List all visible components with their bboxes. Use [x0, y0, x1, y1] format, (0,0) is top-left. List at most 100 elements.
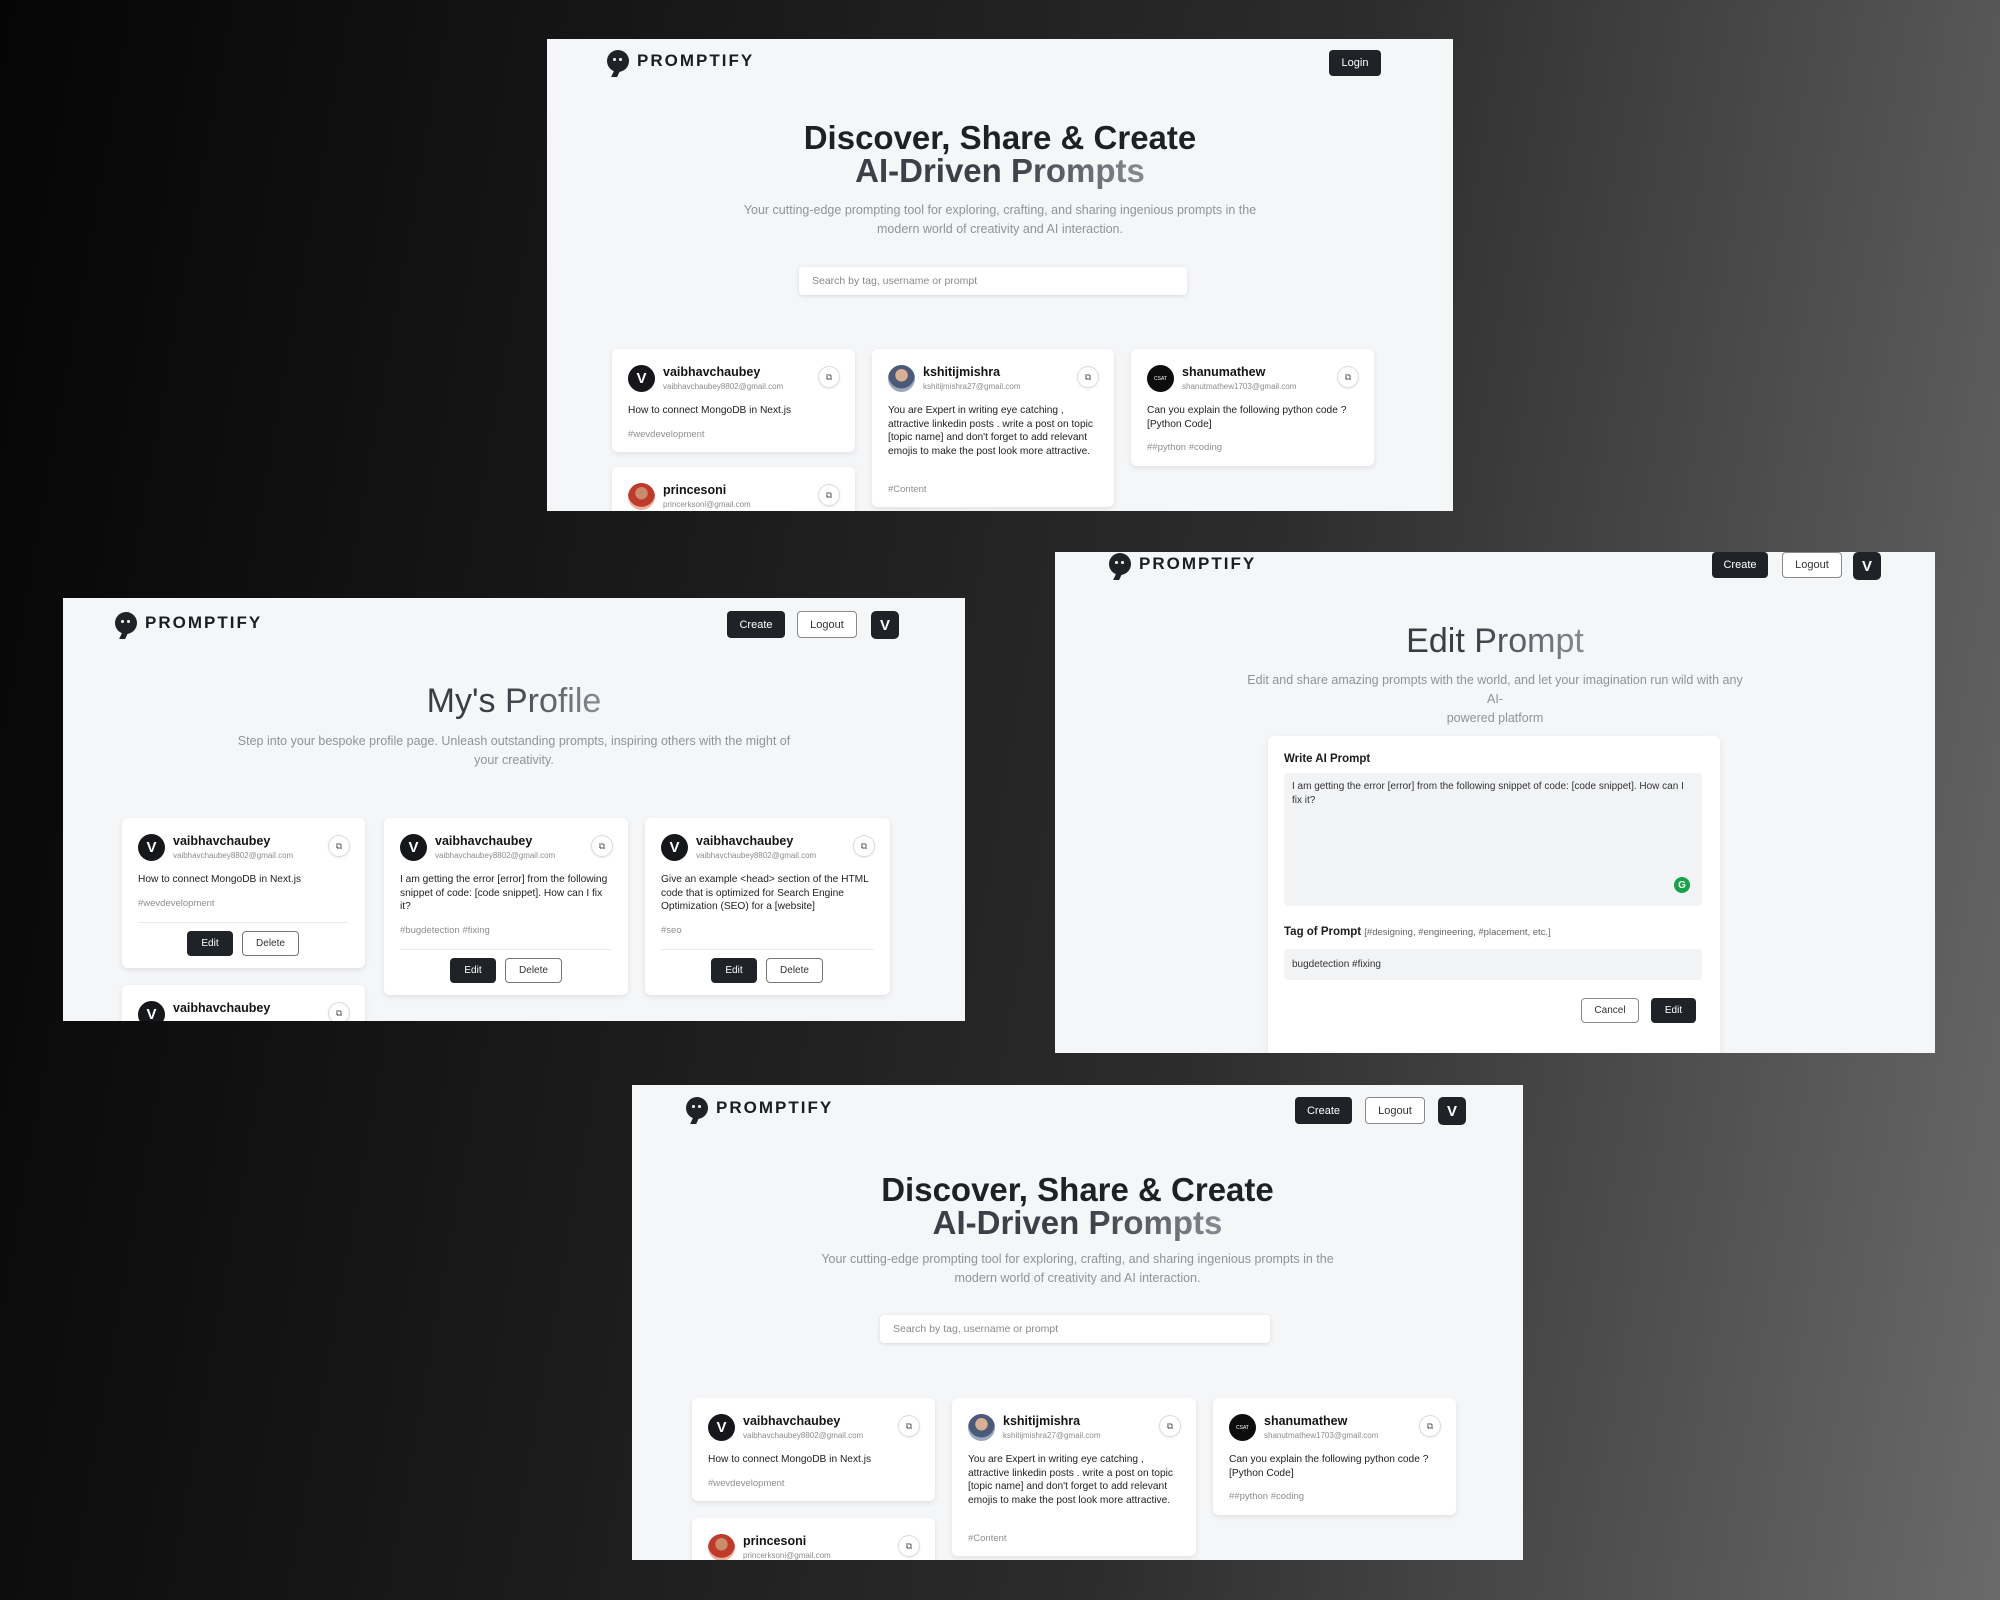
page-title-gradient: Profile: [504, 682, 602, 720]
copy-icon[interactable]: ⧉: [1160, 1416, 1180, 1436]
brand-logo[interactable]: PROMPTIFY: [607, 50, 754, 72]
card-username[interactable]: vaibhavchaubey: [663, 365, 760, 379]
card-email: shanutmathew1703@gmail.com: [1182, 382, 1297, 391]
prompt-textarea[interactable]: I am getting the error [error] from the …: [1284, 773, 1702, 906]
card-email: shanutmathew1703@gmail.com: [1264, 1431, 1379, 1440]
card-email: kshitijmishra27@gmail.com: [1003, 1431, 1101, 1440]
tag-input[interactable]: bugdetection #fixing: [1284, 949, 1702, 980]
brand-name: PROMPTIFY: [145, 613, 263, 632]
copy-icon[interactable]: ⧉: [819, 485, 839, 505]
login-button[interactable]: Login: [1329, 50, 1381, 76]
copy-icon[interactable]: ⧉: [899, 1416, 919, 1436]
copy-icon[interactable]: ⧉: [592, 836, 612, 856]
card-prompt: You are Expert in writing eye catching ,…: [888, 405, 1093, 457]
prompt-card[interactable]: kshitijmishra kshitijmishra27@gmail.com …: [952, 1398, 1196, 1556]
card-tag[interactable]: #wevdevelopment: [138, 898, 215, 909]
card-username[interactable]: princesoni: [743, 1534, 806, 1548]
profile-avatar-button[interactable]: V: [871, 611, 899, 639]
profile-avatar-button[interactable]: V: [1438, 1097, 1466, 1125]
card-prompt: I am getting the error [error] from the …: [400, 874, 608, 912]
brand-logo[interactable]: PROMPTIFY: [115, 612, 262, 634]
card-divider: [138, 922, 349, 923]
card-username[interactable]: vaibhavchaubey: [435, 834, 532, 848]
search-input[interactable]: Search by tag, username or prompt: [799, 267, 1187, 295]
cancel-button[interactable]: Cancel: [1581, 998, 1639, 1023]
prompt-card[interactable]: CSAT shanumathew shanutmathew1703@gmail.…: [1131, 349, 1374, 466]
brand-logo[interactable]: PROMPTIFY: [1109, 553, 1256, 575]
logout-button[interactable]: Logout: [1365, 1097, 1425, 1124]
home-screen-logged-out: PROMPTIFY Login Discover, Share & Create…: [547, 39, 1453, 511]
page-title-main: Edit: [1406, 622, 1475, 660]
card-prompt: How to connect MongoDB in Next.js: [628, 405, 792, 416]
card-tag[interactable]: #seo: [661, 925, 682, 936]
create-button[interactable]: Create: [1712, 552, 1768, 578]
avatar: V: [138, 834, 165, 861]
prompt-card[interactable]: V vaibhavchaubey vaibhavchaubey8802@gmai…: [612, 349, 855, 452]
card-username[interactable]: vaibhavchaubey: [696, 834, 793, 848]
card-username[interactable]: shanumathew: [1182, 365, 1265, 379]
card-username[interactable]: princesoni: [663, 483, 726, 497]
card-username[interactable]: vaibhavchaubey: [173, 834, 270, 848]
card-email: princerksoni@gmail.com: [743, 1551, 831, 1560]
card-tag[interactable]: #Content: [888, 484, 927, 495]
navbar: PROMPTIFY Create Logout V: [632, 1085, 1523, 1145]
card-username[interactable]: vaibhavchaubey: [743, 1414, 840, 1428]
search-input[interactable]: Search by tag, username or prompt: [880, 1315, 1270, 1343]
prompt-card[interactable]: CSAT shanumathew shanutmathew1703@gmail.…: [1213, 1398, 1456, 1515]
card-username[interactable]: vaibhavchaubey: [173, 1001, 270, 1015]
edit-button[interactable]: Edit: [187, 931, 233, 956]
brand-logo[interactable]: PROMPTIFY: [686, 1097, 833, 1119]
prompt-card[interactable]: princesoni princerksoni@gmail.com ⧉: [612, 467, 855, 511]
logout-button[interactable]: Logout: [797, 611, 857, 638]
card-tag[interactable]: #Content: [968, 1533, 1007, 1544]
prompt-card[interactable]: V vaibhavchaubey ⧉: [122, 985, 365, 1021]
copy-icon[interactable]: ⧉: [1338, 367, 1358, 387]
card-tag[interactable]: #wevdevelopment: [628, 429, 705, 440]
navbar: PROMPTIFY Login: [547, 39, 1453, 99]
user-avatar-icon: V: [879, 616, 890, 634]
brand-name: PROMPTIFY: [716, 1098, 834, 1117]
page-subtitle: Step into your bespoke profile page. Unl…: [233, 732, 795, 770]
brand-name: PROMPTIFY: [637, 51, 755, 70]
prompt-card[interactable]: V vaibhavchaubey vaibhavchaubey8802@gmai…: [692, 1398, 935, 1501]
logout-button[interactable]: Logout: [1782, 552, 1842, 578]
prompt-card[interactable]: princesoni princerksoni@gmail.com ⧉: [692, 1518, 935, 1560]
copy-icon[interactable]: ⧉: [854, 836, 874, 856]
submit-edit-button[interactable]: Edit: [1651, 998, 1696, 1023]
page-subtitle-line1: Step into your bespoke profile page. Unl…: [237, 734, 791, 748]
avatar: V: [661, 834, 688, 861]
prompt-card[interactable]: V vaibhavchaubey vaibhavchaubey8802@gmai…: [645, 818, 890, 995]
card-username[interactable]: kshitijmishra: [1003, 1414, 1080, 1428]
copy-icon[interactable]: ⧉: [1420, 1416, 1440, 1436]
copy-icon[interactable]: ⧉: [819, 367, 839, 387]
card-prompt: Can you explain the following python cod…: [1147, 405, 1347, 430]
avatar: [708, 1534, 735, 1560]
hero-subtitle: Your cutting-edge prompting tool for exp…: [737, 201, 1263, 239]
prompt-card[interactable]: V vaibhavchaubey vaibhavchaubey8802@gmai…: [384, 818, 628, 995]
card-tag[interactable]: #bugdetection #fixing: [400, 925, 490, 936]
create-button[interactable]: Create: [727, 611, 785, 638]
edit-button[interactable]: Edit: [450, 958, 496, 983]
delete-button[interactable]: Delete: [505, 958, 562, 983]
promptify-logo-icon: [1109, 553, 1131, 575]
card-tag[interactable]: ##python #coding: [1147, 442, 1222, 453]
page-subtitle-line2: your creativity.: [474, 753, 554, 767]
prompt-card[interactable]: kshitijmishra kshitijmishra27@gmail.com …: [872, 349, 1114, 507]
delete-button[interactable]: Delete: [766, 958, 823, 983]
create-button[interactable]: Create: [1295, 1097, 1352, 1124]
profile-avatar-button[interactable]: V: [1853, 552, 1881, 580]
card-username[interactable]: kshitijmishra: [923, 365, 1000, 379]
copy-icon[interactable]: ⧉: [329, 1003, 349, 1021]
edit-button[interactable]: Edit: [711, 958, 757, 983]
copy-icon[interactable]: ⧉: [899, 1536, 919, 1556]
prompt-card[interactable]: V vaibhavchaubey vaibhavchaubey8802@gmai…: [122, 818, 365, 968]
card-tag[interactable]: #wevdevelopment: [708, 1478, 785, 1489]
card-tag[interactable]: ##python #coding: [1229, 1491, 1304, 1502]
home-screen-logged-in: PROMPTIFY Create Logout V Discover, Shar…: [632, 1085, 1523, 1560]
card-username[interactable]: shanumathew: [1264, 1414, 1347, 1428]
delete-button[interactable]: Delete: [242, 931, 299, 956]
hero-title-line1: Discover, Share & Create: [803, 119, 1197, 156]
grammarly-icon[interactable]: G: [1674, 877, 1690, 893]
copy-icon[interactable]: ⧉: [329, 836, 349, 856]
copy-icon[interactable]: ⧉: [1078, 367, 1098, 387]
